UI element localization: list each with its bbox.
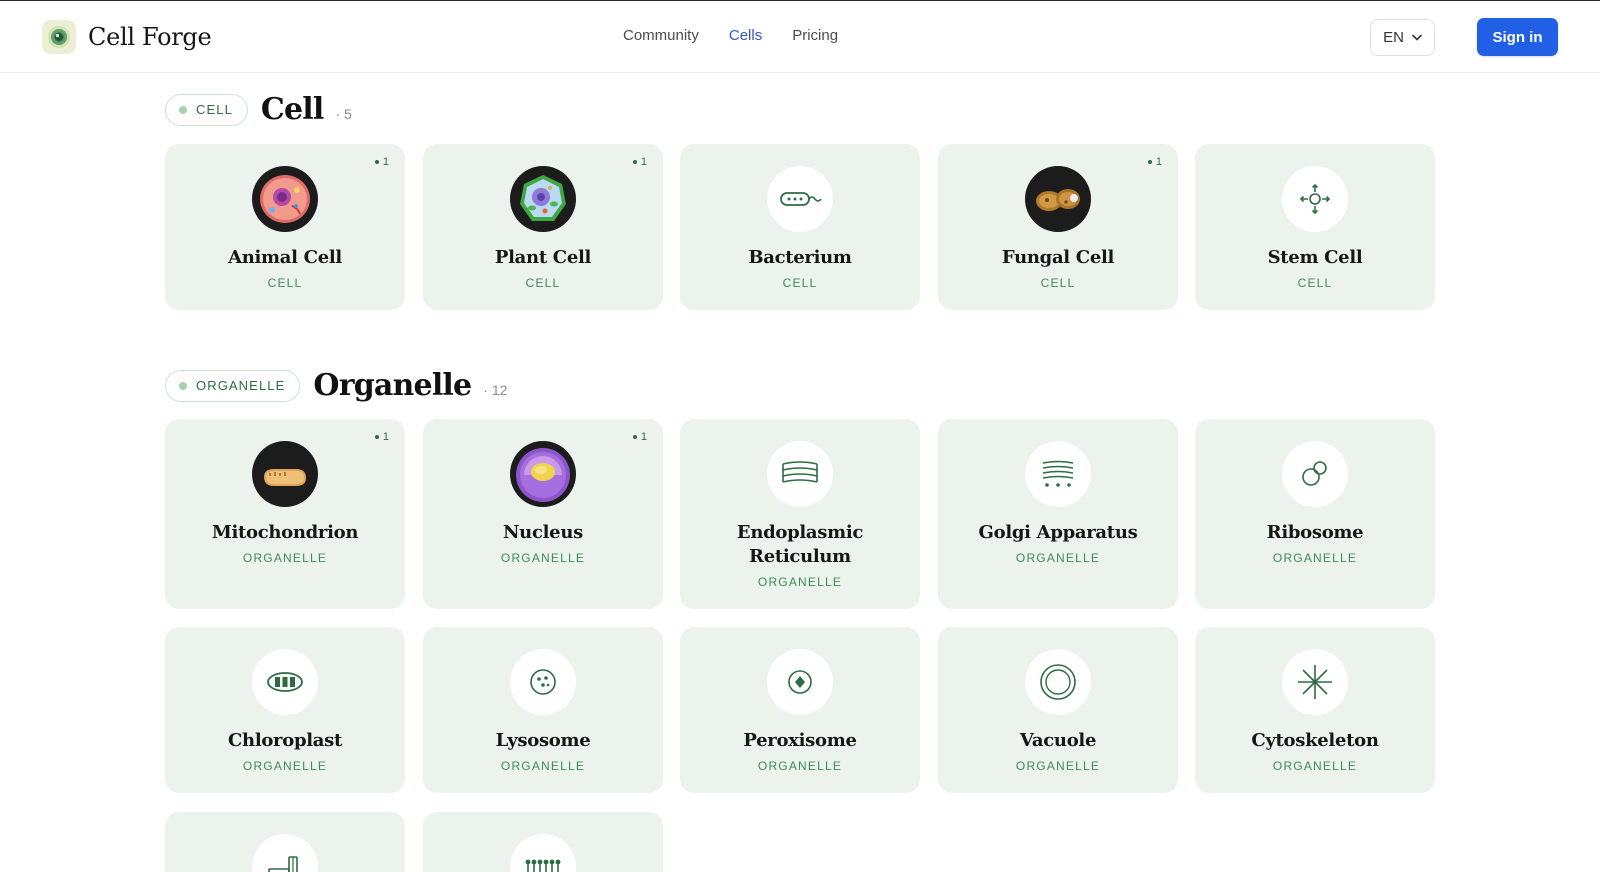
comment-count-badge: 1 — [632, 156, 647, 168]
animal-cell-image — [252, 166, 318, 232]
comment-count-badge: 1 — [374, 156, 389, 168]
er-icon — [767, 441, 833, 507]
card-plant-cell[interactable]: 1 Plant Cell CELL — [423, 144, 663, 310]
card-type: ORGANELLE — [1272, 759, 1358, 773]
card-type: ORGANELLE — [500, 551, 586, 565]
section-header-cell: CELL Cell · 5 — [165, 92, 352, 127]
card-title: Ribosome — [1266, 522, 1364, 543]
card-type: ORGANELLE — [757, 759, 843, 773]
card-title: Animal Cell — [228, 247, 342, 268]
card-title: Endoplasmic Reticulum — [736, 522, 864, 567]
card-type: CELL — [782, 276, 818, 290]
card-type: ORGANELLE — [242, 759, 328, 773]
language-value: EN — [1383, 29, 1404, 46]
section-count: · 12 — [483, 381, 508, 398]
top-navbar: Cell Forge Community Cells Pricing EN Si… — [0, 1, 1600, 73]
card-type: ORGANELLE — [1015, 759, 1101, 773]
mitochondrion-image — [252, 441, 318, 507]
card-type: ORGANELLE — [242, 551, 328, 565]
pill-dot — [179, 105, 187, 114]
stem-cell-icon — [1282, 166, 1348, 232]
card-title: Peroxisome — [743, 730, 857, 751]
section-title: Cell — [260, 92, 324, 127]
section-header-organelle: ORGANELLE Organelle · 12 — [165, 368, 507, 403]
bacterium-icon — [767, 166, 833, 232]
card-type: CELL — [267, 276, 303, 290]
main-nav: Community Cells Pricing — [623, 27, 838, 44]
card-title: Lysosome — [495, 730, 591, 751]
card-phospholipid[interactable] — [423, 812, 663, 872]
card-chloroplast[interactable]: Chloroplast ORGANELLE — [165, 627, 405, 793]
nav-community[interactable]: Community — [623, 27, 699, 44]
category-pill-organelle[interactable]: ORGANELLE — [165, 369, 301, 402]
comment-count-badge: 1 — [632, 431, 647, 443]
cell-logo-icon — [42, 20, 76, 54]
card-membrane-protein[interactable] — [165, 812, 405, 872]
pill-label: CELL — [196, 102, 233, 117]
brand-name: Cell Forge — [88, 23, 212, 51]
card-type: CELL — [1297, 276, 1333, 290]
card-type: ORGANELLE — [500, 759, 586, 773]
pill-dot — [179, 381, 187, 390]
card-mitochondrion[interactable]: 1 Mitochondrion ORGANELLE — [165, 419, 405, 609]
peroxisome-icon — [767, 649, 833, 715]
card-type: ORGANELLE — [757, 575, 843, 589]
ribosome-icon — [1282, 441, 1348, 507]
card-animal-cell[interactable]: 1 Animal Cell CELL — [165, 144, 405, 310]
card-vacuole[interactable]: Vacuole ORGANELLE — [938, 627, 1178, 793]
language-select[interactable]: EN — [1370, 19, 1435, 56]
card-stem-cell[interactable]: Stem Cell CELL — [1195, 144, 1435, 310]
chloroplast-icon — [252, 649, 318, 715]
card-fungal-cell[interactable]: 1 Fungal Cell CELL — [938, 144, 1178, 310]
card-bacterium[interactable]: Bacterium CELL — [680, 144, 920, 310]
brand[interactable]: Cell Forge — [42, 20, 212, 54]
nav-cells[interactable]: Cells — [729, 27, 762, 44]
card-title: Chloroplast — [228, 730, 342, 751]
category-pill-cell[interactable]: CELL — [165, 93, 248, 126]
card-title: Golgi Apparatus — [978, 522, 1138, 543]
sign-in-button[interactable]: Sign in — [1477, 18, 1558, 56]
card-cytoskeleton[interactable]: Cytoskeleton ORGANELLE — [1195, 627, 1435, 793]
card-title: Nucleus — [503, 522, 583, 543]
chevron-down-icon — [1412, 34, 1422, 41]
plant-cell-image — [510, 166, 576, 232]
golgi-icon — [1025, 441, 1091, 507]
section-count: · 5 — [335, 105, 352, 122]
card-title: Mitochondrion — [211, 522, 359, 543]
card-title: Plant Cell — [494, 247, 592, 268]
card-title: Stem Cell — [1267, 247, 1363, 268]
card-title: Bacterium — [748, 247, 852, 268]
card-ribosome[interactable]: Ribosome ORGANELLE — [1195, 419, 1435, 609]
card-type: ORGANELLE — [1015, 551, 1101, 565]
pill-label: ORGANELLE — [196, 378, 286, 393]
card-type: CELL — [525, 276, 561, 290]
cytoskeleton-icon — [1282, 649, 1348, 715]
card-lysosome[interactable]: Lysosome ORGANELLE — [423, 627, 663, 793]
fungal-cell-image — [1025, 166, 1091, 232]
section-title: Organelle — [313, 368, 472, 403]
vacuole-icon — [1025, 649, 1091, 715]
nav-pricing[interactable]: Pricing — [792, 27, 838, 44]
phospholipid-icon — [510, 834, 576, 872]
nucleus-image — [510, 441, 576, 507]
membrane-protein-icon — [252, 834, 318, 872]
card-peroxisome[interactable]: Peroxisome ORGANELLE — [680, 627, 920, 793]
card-endoplasmic-reticulum[interactable]: Endoplasmic Reticulum ORGANELLE — [680, 419, 920, 609]
card-title: Cytoskeleton — [1251, 730, 1379, 751]
card-nucleus[interactable]: 1 Nucleus ORGANELLE — [423, 419, 663, 609]
card-type: ORGANELLE — [1272, 551, 1358, 565]
card-type: CELL — [1040, 276, 1076, 290]
comment-count-badge: 1 — [374, 431, 389, 443]
lysosome-icon — [510, 649, 576, 715]
card-golgi-apparatus[interactable]: Golgi Apparatus ORGANELLE — [938, 419, 1178, 609]
comment-count-badge: 1 — [1147, 156, 1162, 168]
card-title: Fungal Cell — [1001, 247, 1115, 268]
card-title: Vacuole — [1019, 730, 1097, 751]
